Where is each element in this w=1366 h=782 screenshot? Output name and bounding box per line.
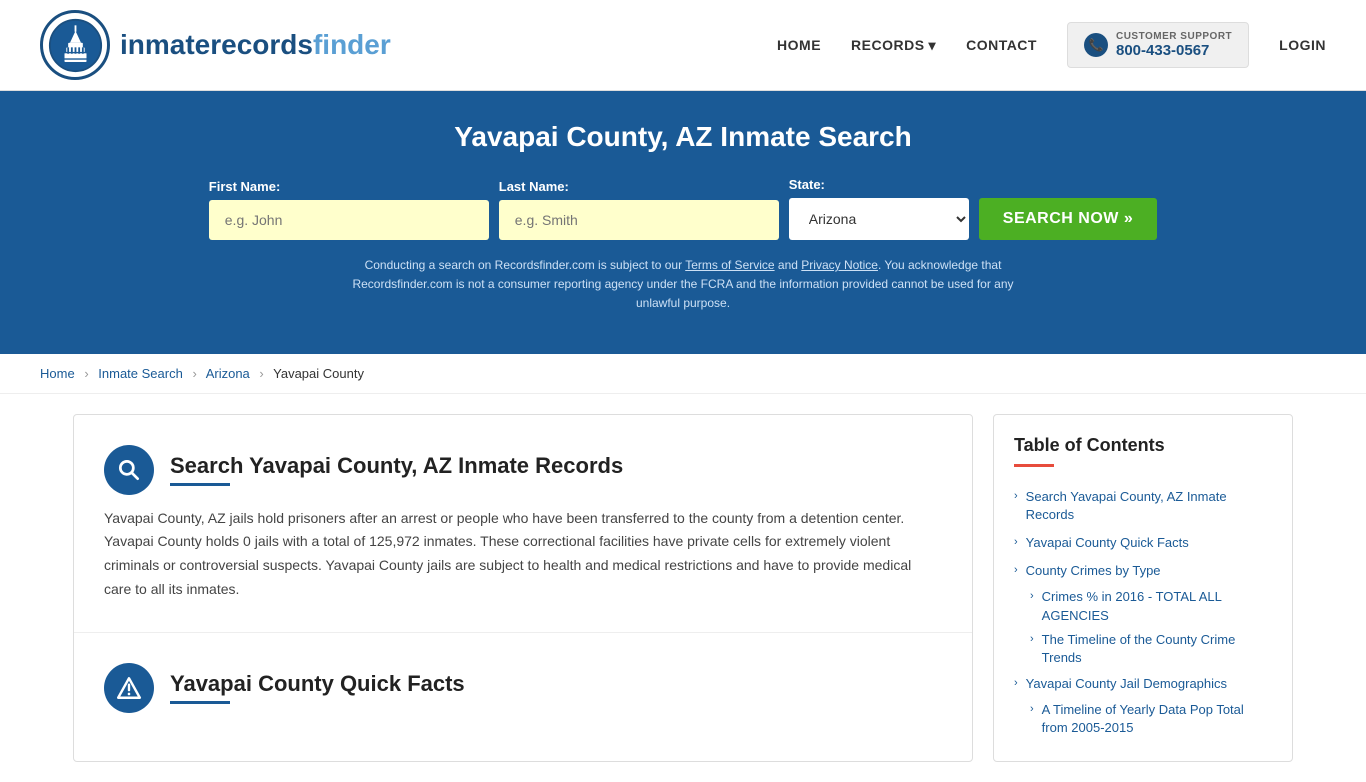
chevron-icon-1: › (1014, 490, 1018, 502)
first-name-input[interactable] (209, 200, 489, 240)
quick-facts-underline (170, 701, 230, 704)
quick-facts-icon (104, 663, 154, 713)
quick-facts-section: Yavapai County Quick Facts (74, 633, 972, 755)
toc-title: Table of Contents (1014, 435, 1272, 456)
breadcrumb-current: Yavapai County (273, 366, 364, 381)
breadcrumb-sep-1: › (84, 366, 88, 381)
toc-link-7[interactable]: A Timeline of Yearly Data Pop Total from… (1042, 701, 1272, 737)
support-text: CUSTOMER SUPPORT 800-433-0567 (1116, 31, 1232, 59)
phone-icon: 📞 (1084, 33, 1108, 57)
privacy-link[interactable]: Privacy Notice (801, 258, 878, 272)
chevron-icon-3: › (1014, 564, 1018, 576)
last-name-input[interactable] (499, 200, 779, 240)
chevron-down-icon: ▾ (929, 37, 937, 54)
main-nav: HOME RECORDS ▾ CONTACT 📞 CUSTOMER SUPPOR… (777, 22, 1326, 68)
chevron-icon-6: › (1014, 677, 1018, 689)
first-name-label: First Name: (209, 179, 281, 194)
nav-records[interactable]: RECORDS ▾ (851, 37, 936, 54)
quick-facts-title-wrap: Yavapai County Quick Facts (170, 671, 465, 704)
state-label: State: (789, 177, 825, 192)
logo-text: inmaterecordsfinder (120, 29, 391, 61)
toc-sub-group-1: › Crimes % in 2016 - TOTAL ALL AGENCIES … (1014, 585, 1272, 670)
breadcrumb-inmate-search[interactable]: Inmate Search (98, 366, 183, 381)
breadcrumb-home[interactable]: Home (40, 366, 75, 381)
search-section-underline (170, 483, 230, 486)
search-section-title-wrap: Search Yavapai County, AZ Inmate Records (170, 453, 623, 486)
toc-link-3[interactable]: County Crimes by Type (1026, 562, 1161, 580)
toc-card: Table of Contents › Search Yavapai Count… (993, 414, 1293, 762)
toc-item-4[interactable]: › Crimes % in 2016 - TOTAL ALL AGENCIES (1030, 585, 1272, 627)
logo-icon (40, 10, 110, 80)
toc-link-4[interactable]: Crimes % in 2016 - TOTAL ALL AGENCIES (1042, 588, 1272, 624)
breadcrumb: Home › Inmate Search › Arizona › Yavapai… (0, 354, 1366, 394)
toc-item-5[interactable]: › The Timeline of the County Crime Trend… (1030, 628, 1272, 670)
content-area: Search Yavapai County, AZ Inmate Records… (73, 414, 973, 762)
search-button[interactable]: SEARCH NOW » (979, 198, 1157, 240)
toc-item-6[interactable]: › Yavapai County Jail Demographics (1014, 670, 1272, 698)
quick-facts-header: Yavapai County Quick Facts (104, 663, 942, 713)
main-content: Search Yavapai County, AZ Inmate Records… (33, 394, 1333, 782)
search-section-body: Yavapai County, AZ jails hold prisoners … (104, 507, 942, 602)
nav-home[interactable]: HOME (777, 37, 821, 53)
chevron-icon-2: › (1014, 536, 1018, 548)
breadcrumb-sep-2: › (192, 366, 196, 381)
toc-item-7[interactable]: › A Timeline of Yearly Data Pop Total fr… (1030, 698, 1272, 740)
toc-link-1[interactable]: Search Yavapai County, AZ Inmate Records (1026, 488, 1272, 524)
site-header: inmaterecordsfinder HOME RECORDS ▾ CONTA… (0, 0, 1366, 91)
quick-facts-title: Yavapai County Quick Facts (170, 671, 465, 697)
state-group: State: Arizona Alabama Alaska California… (789, 177, 969, 240)
toc-item-3[interactable]: › County Crimes by Type (1014, 557, 1272, 585)
search-section-title: Search Yavapai County, AZ Inmate Records (170, 453, 623, 479)
toc-item-1[interactable]: › Search Yavapai County, AZ Inmate Recor… (1014, 483, 1272, 529)
customer-support-box[interactable]: 📞 CUSTOMER SUPPORT 800-433-0567 (1067, 22, 1249, 68)
toc-link-6[interactable]: Yavapai County Jail Demographics (1026, 675, 1227, 693)
sidebar: Table of Contents › Search Yavapai Count… (993, 414, 1293, 762)
toc-item-2[interactable]: › Yavapai County Quick Facts (1014, 529, 1272, 557)
search-form: First Name: Last Name: State: Arizona Al… (40, 177, 1326, 240)
last-name-label: Last Name: (499, 179, 569, 194)
toc-sub-group-2: › A Timeline of Yearly Data Pop Total fr… (1014, 698, 1272, 740)
state-select[interactable]: Arizona Alabama Alaska California Colora… (789, 198, 969, 240)
chevron-icon-7: › (1030, 703, 1034, 715)
breadcrumb-arizona[interactable]: Arizona (206, 366, 250, 381)
last-name-group: Last Name: (499, 179, 779, 240)
toc-list: › Search Yavapai County, AZ Inmate Recor… (1014, 483, 1272, 741)
hero-section: Yavapai County, AZ Inmate Search First N… (0, 91, 1366, 354)
toc-link-2[interactable]: Yavapai County Quick Facts (1026, 534, 1189, 552)
first-name-group: First Name: (209, 179, 489, 240)
logo-area[interactable]: inmaterecordsfinder (40, 10, 391, 80)
chevron-icon-5: › (1030, 633, 1034, 645)
toc-link-5[interactable]: The Timeline of the County Crime Trends (1042, 631, 1272, 667)
disclaimer-text: Conducting a search on Recordsfinder.com… (333, 256, 1033, 314)
toc-divider (1014, 464, 1054, 467)
page-title: Yavapai County, AZ Inmate Search (40, 121, 1326, 153)
search-section: Search Yavapai County, AZ Inmate Records… (74, 415, 972, 633)
search-section-header: Search Yavapai County, AZ Inmate Records (104, 445, 942, 495)
chevron-icon-4: › (1030, 590, 1034, 602)
nav-login[interactable]: LOGIN (1279, 37, 1326, 53)
search-section-icon (104, 445, 154, 495)
breadcrumb-sep-3: › (259, 366, 263, 381)
terms-link[interactable]: Terms of Service (685, 258, 774, 272)
nav-contact[interactable]: CONTACT (966, 37, 1037, 53)
